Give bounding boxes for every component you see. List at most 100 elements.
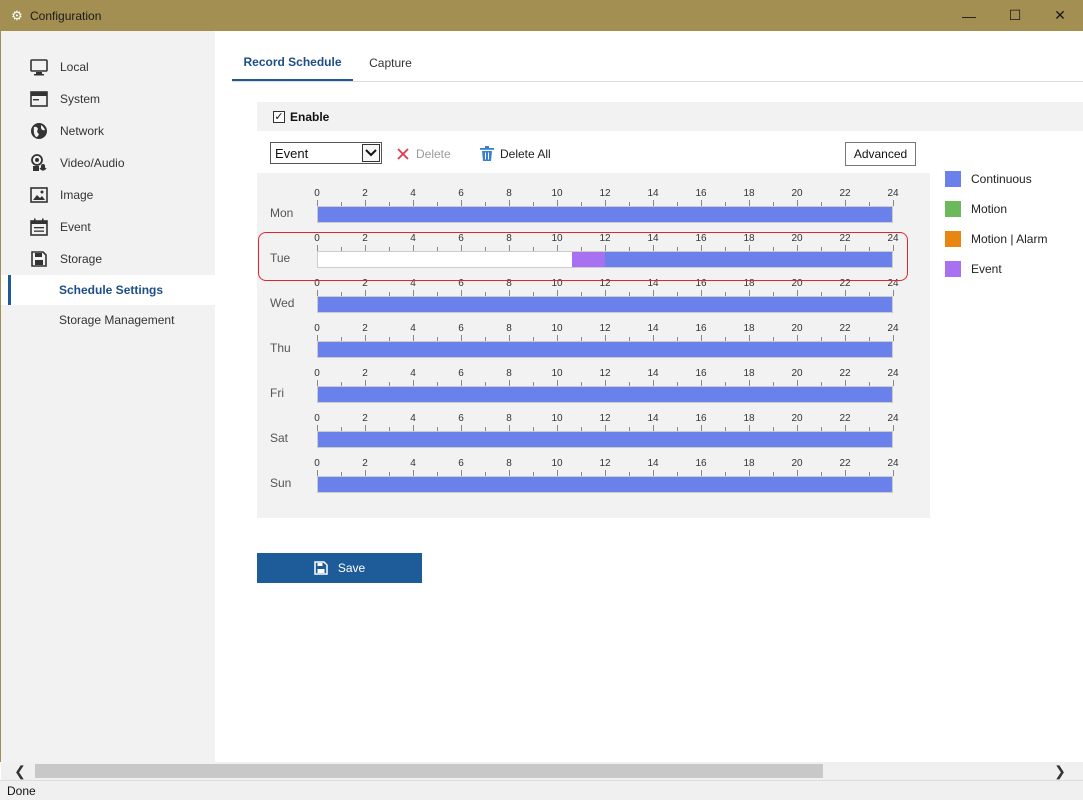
schedule-segment-continuous[interactable] [318, 477, 892, 492]
hour-label: 6 [458, 458, 464, 469]
hour-label: 24 [887, 368, 899, 379]
trash-icon [479, 146, 495, 162]
delete-button[interactable]: Delete [395, 145, 451, 163]
hour-label: 20 [791, 413, 803, 424]
calendar-icon [29, 217, 49, 237]
tab-capture[interactable]: Capture [353, 44, 428, 81]
chevron-left-icon[interactable]: ❮ [11, 762, 29, 780]
legend-item-motion: Motion [945, 201, 1007, 217]
hour-label: 18 [743, 188, 755, 199]
schedule-bar[interactable] [317, 476, 893, 493]
hour-tick [893, 335, 894, 341]
hour-label: 12 [599, 368, 611, 379]
enable-bar: ✓ Enable [257, 102, 1083, 131]
hour-label: 24 [887, 323, 899, 334]
tab-record-schedule[interactable]: Record Schedule [232, 44, 353, 81]
hour-label: 4 [410, 458, 416, 469]
schedule-grid: Mon 0 2 4 6 8 10 12 14 16 18 20 22 24 Tue 0 2 4 6 8 10 12 14 16… [257, 173, 930, 518]
hour-label: 12 [599, 458, 611, 469]
hour-label: 6 [458, 413, 464, 424]
legend-label: Event [971, 262, 1002, 276]
hour-tick [893, 425, 894, 431]
sidebar-item-storage-management[interactable]: Storage Management [1, 306, 215, 334]
scrollbar-thumb[interactable] [35, 764, 823, 778]
hour-label: 2 [362, 323, 368, 334]
hour-label: 12 [599, 413, 611, 424]
day-label: Sun [270, 476, 292, 490]
sidebar-item-label: Image [60, 188, 94, 202]
hour-tick [893, 470, 894, 476]
hour-label: 0 [314, 323, 320, 334]
sidebar-item-network[interactable]: Network [1, 117, 215, 145]
hour-label: 6 [458, 323, 464, 334]
hour-label: 8 [506, 458, 512, 469]
x-icon [395, 146, 411, 162]
hour-label: 0 [314, 368, 320, 379]
title-bar: ⚙ Configuration — ☐ ✕ [0, 0, 1083, 31]
chevron-down-icon[interactable] [362, 144, 380, 162]
hour-label: 4 [410, 413, 416, 424]
record-type-select[interactable]: Event [270, 142, 382, 164]
hour-label: 10 [551, 188, 563, 199]
hour-label: 8 [506, 323, 512, 334]
close-button[interactable]: ✕ [1037, 0, 1083, 31]
hour-label: 22 [839, 458, 851, 469]
sidebar-item-schedule-settings[interactable]: Schedule Settings [1, 275, 215, 305]
sidebar-item-storage[interactable]: Storage [1, 245, 215, 273]
hour-label: 4 [410, 188, 416, 199]
save-button[interactable]: Save [257, 553, 422, 583]
hour-label: 2 [362, 458, 368, 469]
hour-label: 4 [410, 368, 416, 379]
advanced-button[interactable]: Advanced [845, 142, 916, 166]
hour-label: 14 [647, 188, 659, 199]
sidebar-item-video-audio[interactable]: Video/Audio [1, 149, 215, 177]
gear-icon: ⚙ [11, 7, 23, 23]
delete-all-button[interactable]: Delete All [479, 145, 551, 163]
sidebar-item-event[interactable]: Event [1, 213, 215, 241]
horizontal-scrollbar[interactable]: ❮ ❯ [1, 762, 1083, 780]
sidebar-item-system[interactable]: System [1, 85, 215, 113]
day-row-thu: Thu 0 2 4 6 8 10 12 14 16 18 20 22 24 [257, 308, 930, 358]
hour-label: 10 [551, 458, 563, 469]
day-row-fri: Fri 0 2 4 6 8 10 12 14 16 18 20 22 24 [257, 353, 930, 403]
hour-label: 2 [362, 413, 368, 424]
hour-label: 20 [791, 458, 803, 469]
hour-label: 2 [362, 188, 368, 199]
hour-label: 22 [839, 368, 851, 379]
status-text: Done [7, 784, 36, 798]
sidebar-item-local[interactable]: Local [1, 53, 215, 81]
hour-label: 20 [791, 368, 803, 379]
sidebar-item-image[interactable]: Image [1, 181, 215, 209]
hour-tick [893, 380, 894, 386]
delete-label: Delete [416, 147, 451, 161]
hour-label: 12 [599, 188, 611, 199]
sidebar-item-label: Storage Management [59, 313, 175, 327]
hour-tick [893, 200, 894, 206]
day-row-sun: Sun 0 2 4 6 8 10 12 14 16 18 20 22 24 [257, 443, 930, 493]
image-icon [29, 185, 49, 205]
maximize-button[interactable]: ☐ [992, 0, 1038, 31]
legend-label: Continuous [971, 172, 1032, 186]
enable-checkbox[interactable]: ✓ [273, 111, 285, 123]
legend-swatch [945, 261, 961, 277]
hour-label: 2 [362, 368, 368, 379]
legend-label: Motion [971, 202, 1008, 216]
hour-label: 14 [647, 323, 659, 334]
sidebar-item-label: Network [60, 124, 105, 138]
legend-label: Motion | Alarm [971, 232, 1048, 246]
hour-label: 22 [839, 413, 851, 424]
hour-label: 10 [551, 368, 563, 379]
hour-label: 24 [887, 458, 899, 469]
minimize-button[interactable]: — [946, 0, 992, 31]
hour-label: 0 [314, 188, 320, 199]
legend-item-event: Event [945, 261, 1002, 277]
hour-label: 0 [314, 413, 320, 424]
save-label: Save [337, 561, 366, 575]
hour-label: 24 [887, 413, 899, 424]
hour-label: 6 [458, 188, 464, 199]
hour-label: 18 [743, 368, 755, 379]
delete-all-label: Delete All [500, 147, 551, 161]
globe-icon [29, 121, 49, 141]
record-type-value: Event [275, 146, 309, 161]
chevron-right-icon[interactable]: ❯ [1051, 762, 1069, 780]
